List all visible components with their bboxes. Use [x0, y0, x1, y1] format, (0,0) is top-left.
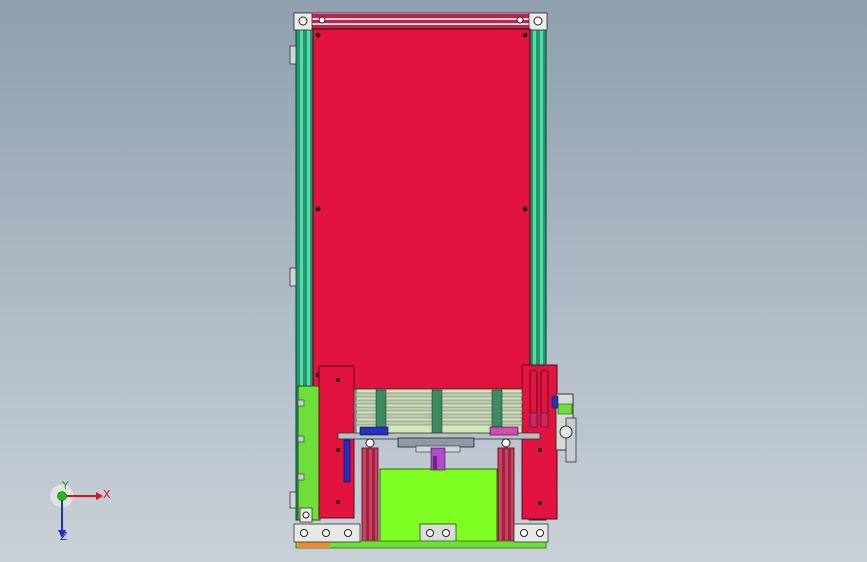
right-side-column[interactable]	[521, 364, 558, 520]
cad-viewport[interactable]: X Y Z	[0, 0, 867, 562]
z-axis-label: Z	[60, 530, 68, 543]
y-axis-label: Y	[62, 479, 69, 492]
main-red-panel[interactable]	[312, 28, 531, 390]
machine-model[interactable]	[0, 0, 867, 562]
left-side-plate	[297, 385, 321, 523]
x-axis-label: X	[103, 488, 111, 501]
orientation-triad[interactable]: X Y Z	[40, 479, 120, 552]
lime-base-block[interactable]	[379, 447, 498, 545]
left-side-column[interactable]	[318, 365, 355, 519]
top-rail	[293, 12, 548, 31]
